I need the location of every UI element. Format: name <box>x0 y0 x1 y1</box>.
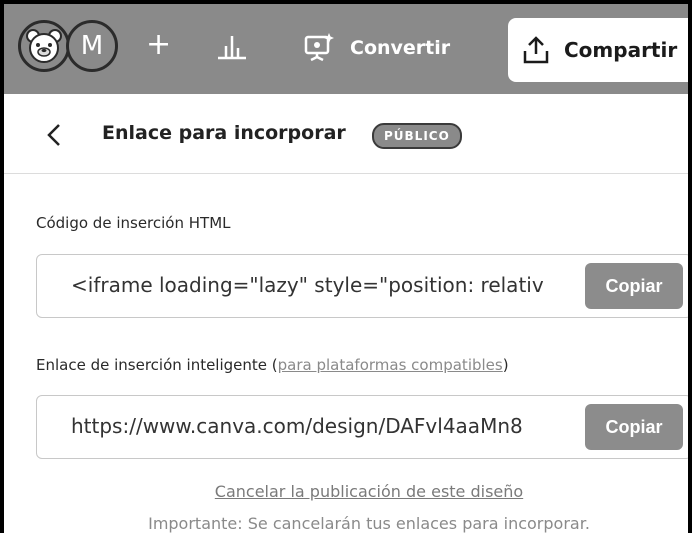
smart-embed-label-prefix: Enlace de inserción inteligente ( <box>36 356 278 374</box>
stats-chart-icon <box>218 36 246 60</box>
html-embed-code[interactable]: <iframe loading="lazy" style="position: … <box>71 273 595 297</box>
share-embed-panel: M + Convertir Compartir Enlace para inco… <box>0 0 692 533</box>
team-avatar[interactable] <box>18 20 70 72</box>
html-embed-field[interactable]: <iframe loading="lazy" style="position: … <box>36 254 688 318</box>
smart-embed-field[interactable]: https://www.canva.com/design/DAFvl4aaMn8… <box>36 395 688 459</box>
chevron-left-icon <box>47 124 60 146</box>
status-badge: PÚBLICO <box>372 123 462 149</box>
insights-button[interactable] <box>212 28 252 64</box>
top-toolbar: M + Convertir Compartir <box>4 4 688 94</box>
user-initial: M <box>80 31 104 61</box>
share-button[interactable]: Compartir <box>508 18 688 82</box>
back-button[interactable] <box>40 120 70 150</box>
smart-embed-url[interactable]: https://www.canva.com/design/DAFvl4aaMn8 <box>71 414 595 438</box>
convert-label: Convertir <box>350 37 451 59</box>
user-avatar[interactable]: M <box>66 20 118 72</box>
presentation-sparkle-icon <box>304 33 334 62</box>
copy-link-button[interactable]: Copiar <box>585 404 683 450</box>
bear-icon <box>26 29 62 63</box>
smart-embed-label-suffix: ) <box>502 356 509 374</box>
copy-html-button[interactable]: Copiar <box>585 263 683 309</box>
compatible-platforms-link[interactable]: para plataformas compatibles <box>278 356 503 374</box>
panel-header: Enlace para incorporar PÚBLICO <box>4 94 688 174</box>
share-label: Compartir <box>564 38 678 62</box>
plus-icon: + <box>146 27 172 62</box>
smart-embed-label: Enlace de inserción inteligente (para pl… <box>36 356 509 374</box>
add-collaborator-button[interactable]: + <box>146 28 171 62</box>
unpublish-link[interactable]: Cancelar la publicación de este diseño <box>4 482 688 501</box>
convert-button[interactable]: Convertir <box>302 28 450 68</box>
page-title: Enlace para incorporar <box>102 122 346 144</box>
unpublish-warning: Importante: Se cancelarán tus enlaces pa… <box>148 514 590 533</box>
html-embed-label: Código de inserción HTML <box>36 214 231 232</box>
upload-icon <box>523 36 549 64</box>
